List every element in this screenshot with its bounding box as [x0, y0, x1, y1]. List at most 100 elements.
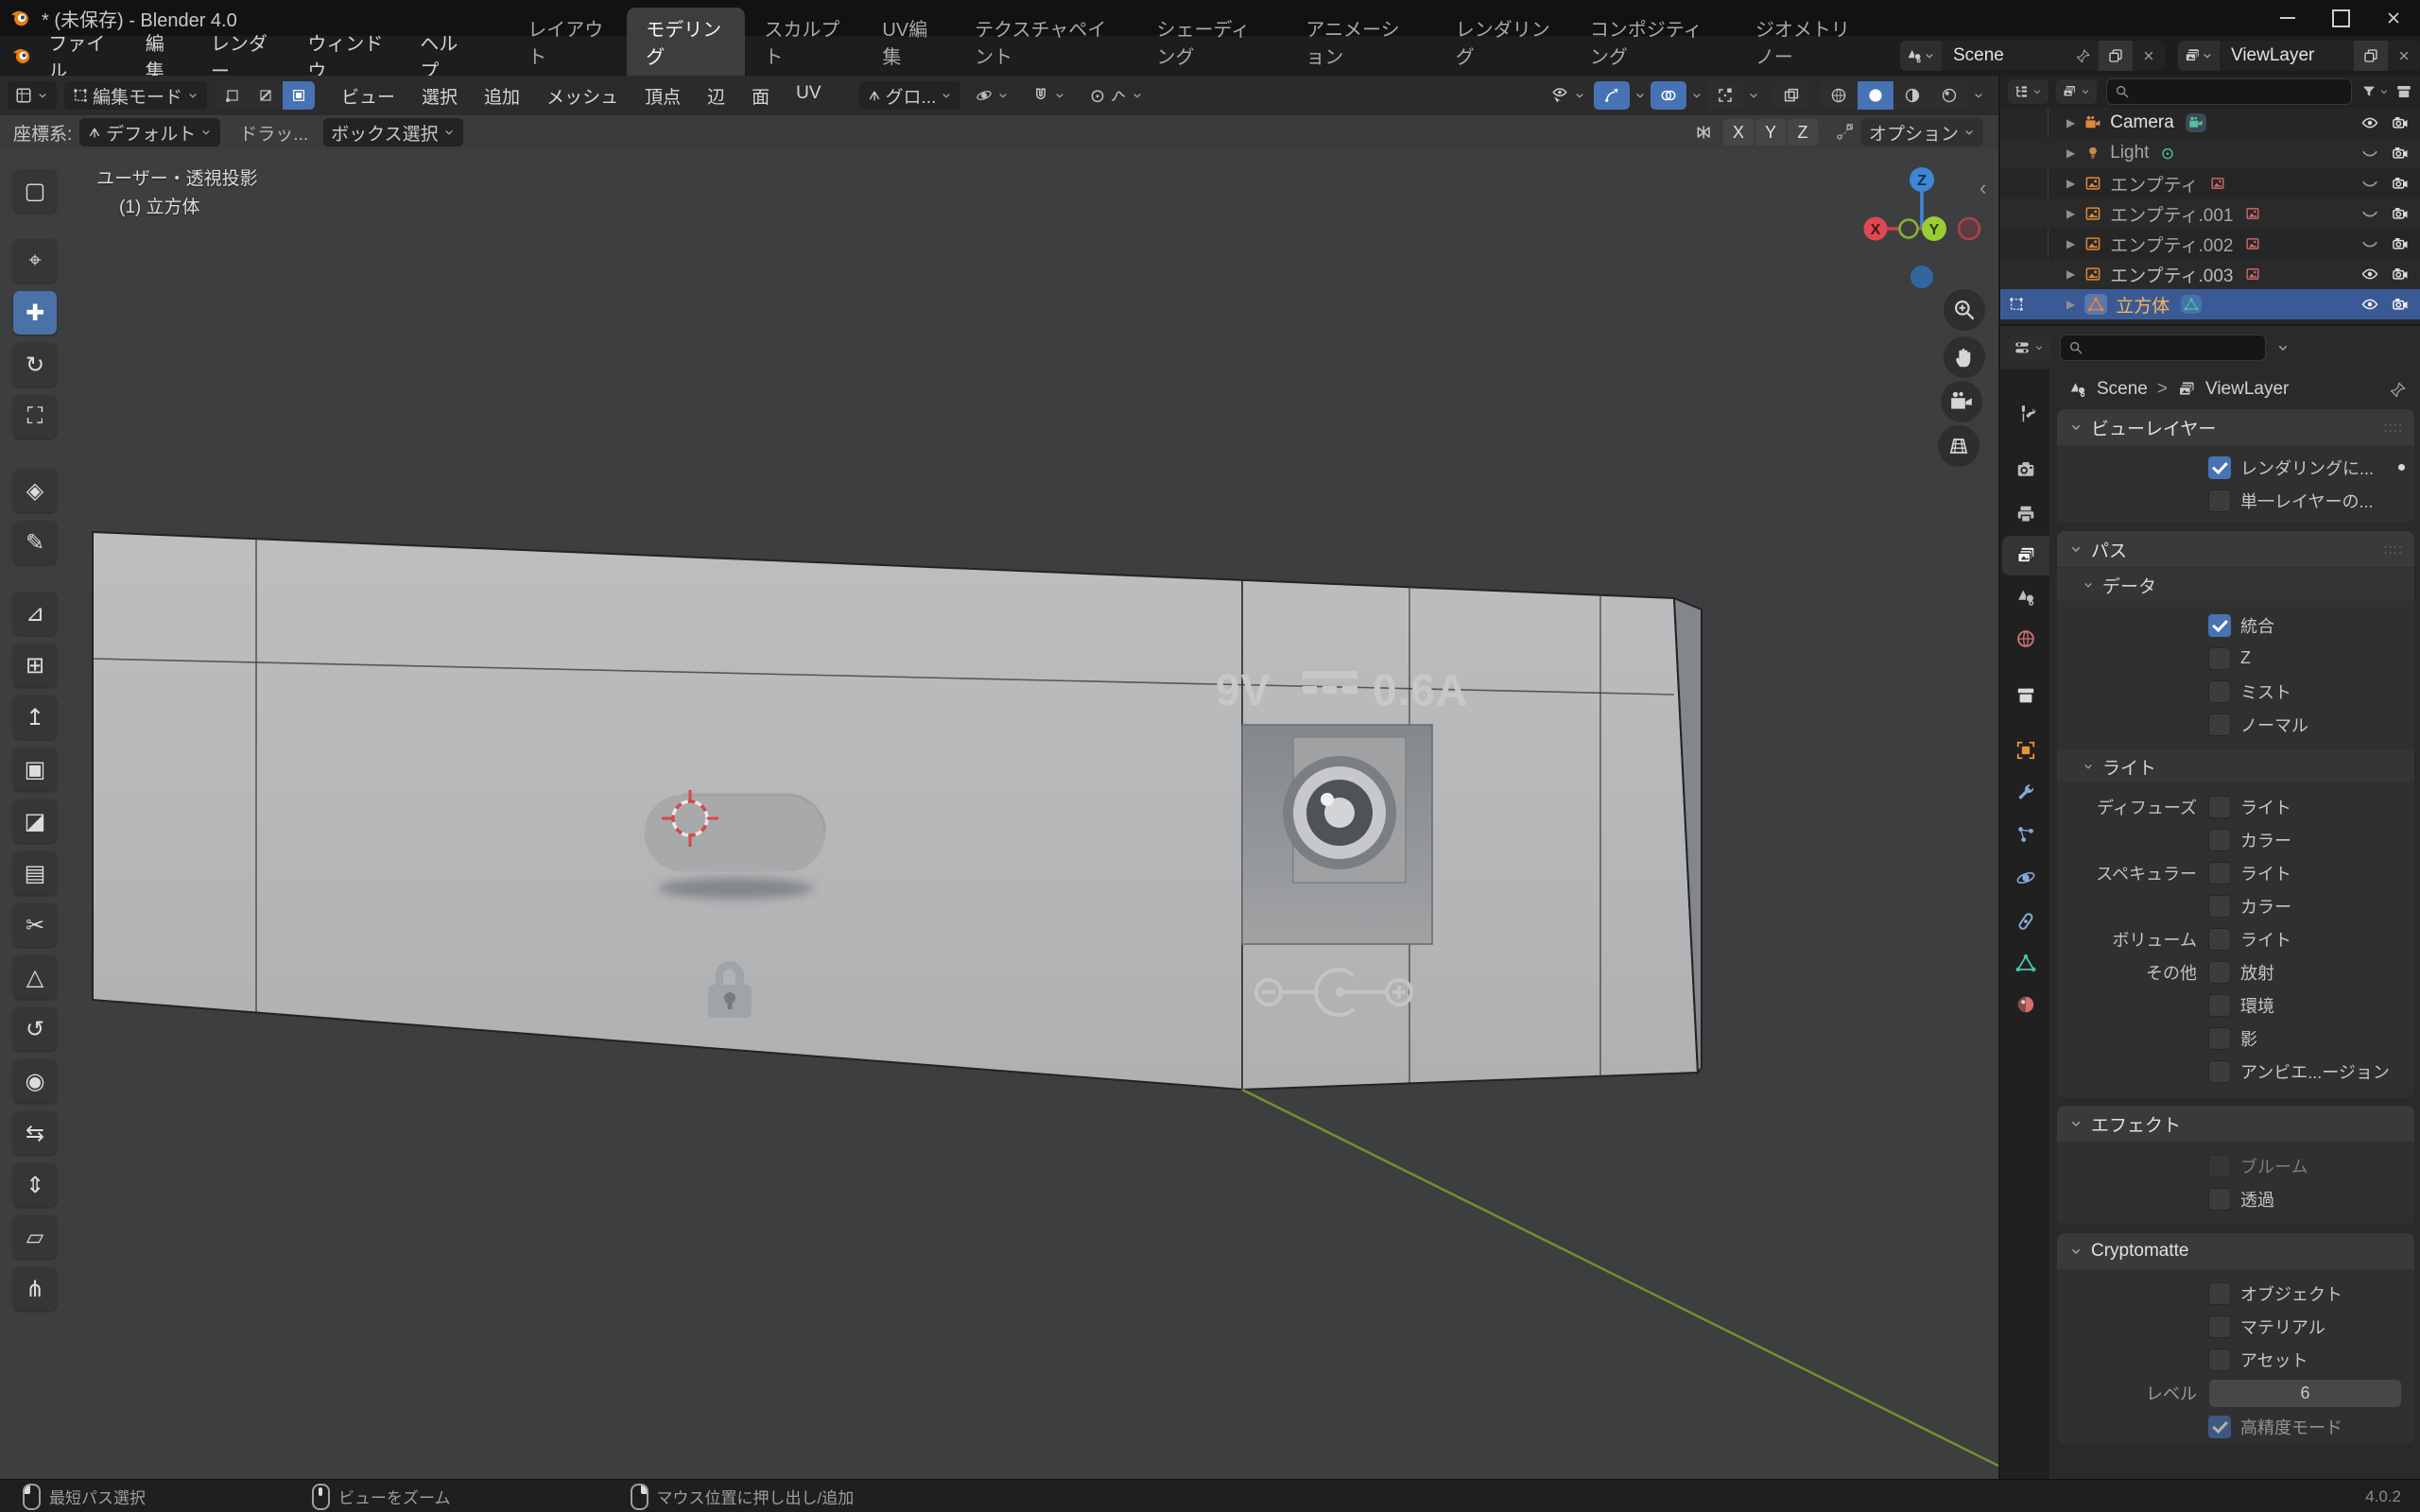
eye-closed-icon[interactable] — [2361, 175, 2378, 192]
tool-poly-build[interactable]: △ — [13, 955, 57, 999]
drag-mode-dropdown[interactable]: ボックス選択 — [323, 118, 462, 146]
outliner-row-empty-002[interactable]: ▶ エンプティ.002 — [2000, 229, 2420, 259]
eye-open-icon[interactable] — [2361, 114, 2378, 131]
expand-arrow-icon[interactable]: ▶ — [2066, 116, 2075, 129]
expand-arrow-icon[interactable]: ▶ — [2066, 298, 2075, 311]
mirror-y-button[interactable]: Y — [1755, 119, 1786, 146]
tab-modifiers[interactable] — [2002, 773, 2049, 813]
properties-editor-type-button[interactable] — [2008, 335, 2050, 360]
chevron-down-icon[interactable] — [1972, 89, 1985, 102]
viewport-menu-item[interactable]: ビュー — [328, 83, 408, 109]
section-header-effects[interactable]: エフェクト — [2057, 1106, 2414, 1142]
viewport-menu-item[interactable]: 頂点 — [631, 83, 694, 109]
shading-rendered-button[interactable] — [1931, 81, 1967, 110]
tool-edge-slide[interactable]: ⇆ — [13, 1111, 57, 1155]
chevron-down-icon[interactable] — [1747, 89, 1760, 102]
checkbox-row[interactable]: マテリアル — [2057, 1310, 2414, 1343]
tool-bevel[interactable]: ◪ — [13, 799, 57, 843]
maximize-button[interactable] — [2314, 0, 2367, 36]
edge-select-button[interactable] — [250, 81, 282, 110]
checkbox[interactable] — [2208, 1282, 2231, 1305]
animate-dot[interactable] — [2398, 464, 2405, 471]
checkbox[interactable] — [2208, 1188, 2231, 1211]
subsection-header-light[interactable]: ライト — [2057, 750, 2414, 782]
workspace-tab[interactable]: アニメーション — [1287, 8, 1436, 76]
tab-object-data[interactable] — [2002, 943, 2049, 983]
eye-closed-icon[interactable] — [2361, 235, 2378, 252]
viewport-menu-item[interactable]: UV — [783, 83, 834, 109]
scene-unlink-button[interactable] — [2133, 41, 2165, 71]
chevron-down-icon[interactable] — [1690, 89, 1703, 102]
viewlayer-name-field[interactable]: ViewLayer — [2220, 45, 2354, 66]
tool-add-cube[interactable]: ⊞ — [13, 644, 57, 687]
visibility-dropdown[interactable] — [1543, 81, 1594, 110]
tab-render[interactable] — [2002, 450, 2049, 490]
display-mode-dropdown[interactable] — [2056, 79, 2097, 104]
vertex-select-button[interactable] — [216, 81, 249, 110]
mode-dropdown[interactable]: 編集モード — [64, 81, 207, 110]
tab-output[interactable] — [2002, 494, 2049, 534]
checkbox-row[interactable]: 統合 — [2057, 609, 2414, 642]
checkbox[interactable] — [2208, 1027, 2231, 1050]
checkbox-row[interactable]: カラー — [2057, 823, 2414, 856]
checkbox[interactable] — [2208, 1155, 2231, 1177]
workspace-tab[interactable]: レイアウト — [509, 8, 627, 76]
eye-open-icon[interactable] — [2361, 266, 2378, 283]
tool-select-box[interactable]: ▢ — [13, 169, 57, 213]
face-select-button[interactable] — [283, 81, 315, 110]
tab-material[interactable] — [2002, 985, 2049, 1024]
checkbox-row[interactable]: Z — [2057, 642, 2414, 675]
outliner-row-empty-003[interactable]: ▶ エンプティ.003 — [2000, 259, 2420, 289]
expand-arrow-icon[interactable]: ▶ — [2066, 267, 2075, 281]
checkbox-row[interactable]: オブジェクト — [2057, 1277, 2414, 1310]
checkbox[interactable] — [2208, 1315, 2231, 1338]
workspace-tab[interactable]: シェーディング — [1138, 8, 1288, 76]
viewport-menu-item[interactable]: 選択 — [408, 83, 471, 109]
checkbox[interactable] — [2208, 1349, 2231, 1371]
outliner-editor-type-button[interactable] — [2008, 79, 2048, 104]
tool-rotate[interactable]: ↻ — [13, 343, 57, 387]
blender-menu-icon[interactable] — [11, 44, 31, 67]
breadcrumb-scene[interactable]: Scene — [2097, 379, 2148, 400]
checkbox[interactable] — [2208, 994, 2231, 1017]
drag-dots-icon[interactable]: :::: — [2383, 541, 2403, 558]
checkbox-row[interactable]: 影 — [2057, 1022, 2414, 1055]
checkbox-row[interactable]: 透過 — [2057, 1182, 2414, 1215]
tool-shear[interactable]: ▱ — [13, 1215, 57, 1259]
shading-solid-button[interactable] — [1858, 81, 1893, 110]
filter-button[interactable] — [2361, 84, 2390, 99]
checkbox-row[interactable]: ノーマル — [2057, 708, 2414, 741]
tool-knife[interactable]: ✂ — [13, 903, 57, 947]
section-header-view-layer[interactable]: ビューレイヤー :::: — [2057, 409, 2414, 445]
tool-measure[interactable]: ⊿ — [13, 592, 57, 635]
render-visibility-icon[interactable] — [2392, 296, 2409, 313]
sidebar-collapse-arrow[interactable]: ‹ — [1979, 176, 1986, 200]
workspace-tab[interactable]: テクスチャペイント — [956, 8, 1137, 76]
render-visibility-icon[interactable] — [2392, 145, 2409, 162]
checkbox[interactable] — [2208, 456, 2231, 479]
eye-closed-icon[interactable] — [2361, 205, 2378, 222]
checkbox[interactable] — [2208, 713, 2231, 736]
expand-arrow-icon[interactable]: ▶ — [2066, 237, 2075, 250]
tool-smooth[interactable]: ◉ — [13, 1059, 57, 1103]
section-header-passes[interactable]: パス :::: — [2057, 531, 2414, 567]
snap-toggle[interactable] — [1025, 81, 1074, 110]
checkbox-row[interactable]: スペキュラー ライト — [2057, 856, 2414, 889]
checkbox-row[interactable]: アセット — [2057, 1343, 2414, 1376]
subsection-header-data[interactable]: データ — [2057, 569, 2414, 601]
transform-orientation-dropdown[interactable]: デフォルト — [79, 118, 220, 146]
close-button[interactable] — [2367, 0, 2420, 36]
checkbox-row[interactable]: レンダリングに... — [2057, 451, 2414, 484]
drag-dots-icon[interactable]: :::: — [2383, 420, 2403, 436]
checkbox[interactable] — [2208, 490, 2231, 512]
checkbox[interactable] — [2208, 829, 2231, 851]
minimize-button[interactable] — [2261, 0, 2314, 36]
render-visibility-icon[interactable] — [2392, 114, 2409, 131]
tab-collection[interactable] — [2002, 676, 2049, 715]
checkbox[interactable] — [2208, 862, 2231, 885]
viewport-menu-item[interactable]: 追加 — [471, 83, 533, 109]
tab-world[interactable] — [2002, 619, 2049, 659]
workspace-tab[interactable]: モデリング — [627, 8, 745, 76]
scene-browse-button[interactable] — [1900, 41, 1942, 71]
section-header-cryptomatte[interactable]: Cryptomatte — [2057, 1233, 2414, 1269]
